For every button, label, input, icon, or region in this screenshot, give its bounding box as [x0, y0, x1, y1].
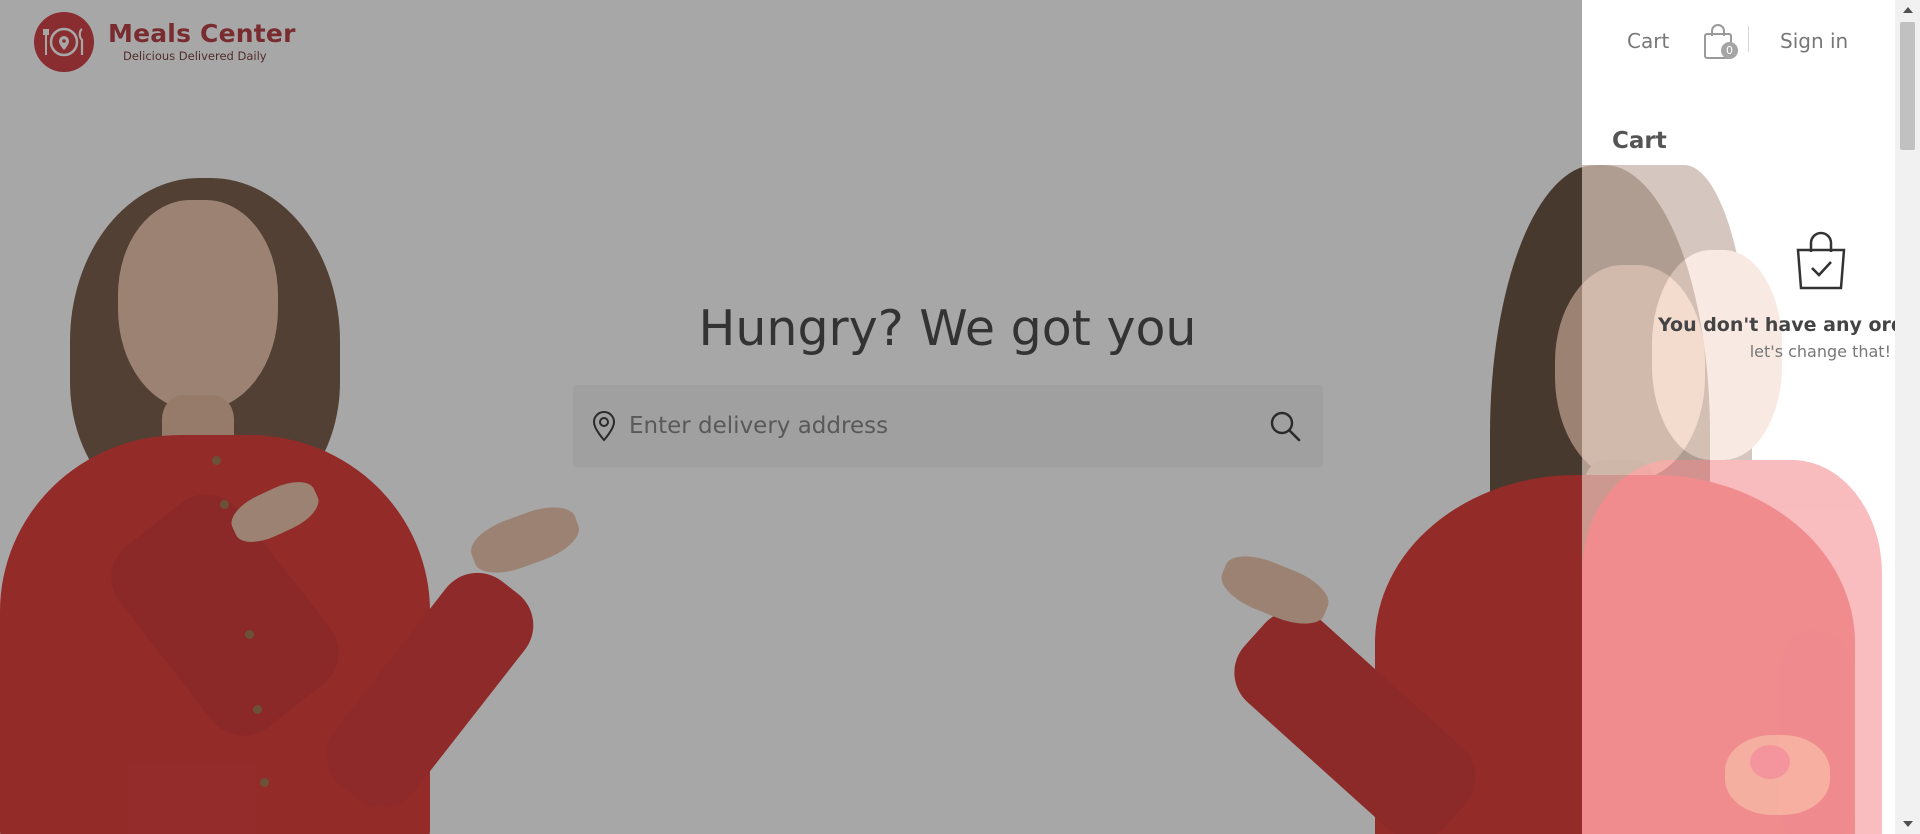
sign-in-link[interactable]: Sign in	[1780, 29, 1848, 53]
cart-drawer: Cart 0 Sign in Cart You don't have any o…	[1582, 0, 1895, 834]
landing-page: Meals Center Delicious Delivered Daily H…	[0, 0, 1920, 834]
page-scrollbar[interactable]	[1895, 0, 1920, 834]
scroll-down-arrow-icon[interactable]	[1895, 814, 1920, 834]
shopping-bag-check-icon	[1792, 228, 1850, 296]
drawer-title: Cart	[1612, 128, 1667, 154]
cart-count-badge: 0	[1721, 42, 1738, 59]
cart-bag-button[interactable]: 0	[1702, 22, 1738, 62]
cart-link[interactable]: Cart	[1627, 29, 1669, 53]
drawer-header: Cart 0 Sign in	[1582, 24, 1895, 59]
scrollbar-thumb[interactable]	[1900, 22, 1915, 150]
drawer-background-image	[1582, 0, 1895, 834]
empty-cart-title: You don't have any ord	[1658, 314, 1895, 336]
empty-cart-subtitle: let's change that!	[1749, 342, 1891, 361]
modal-backdrop[interactable]	[0, 0, 1582, 834]
header-divider	[1748, 26, 1749, 52]
scroll-up-arrow-icon[interactable]	[1895, 0, 1920, 20]
